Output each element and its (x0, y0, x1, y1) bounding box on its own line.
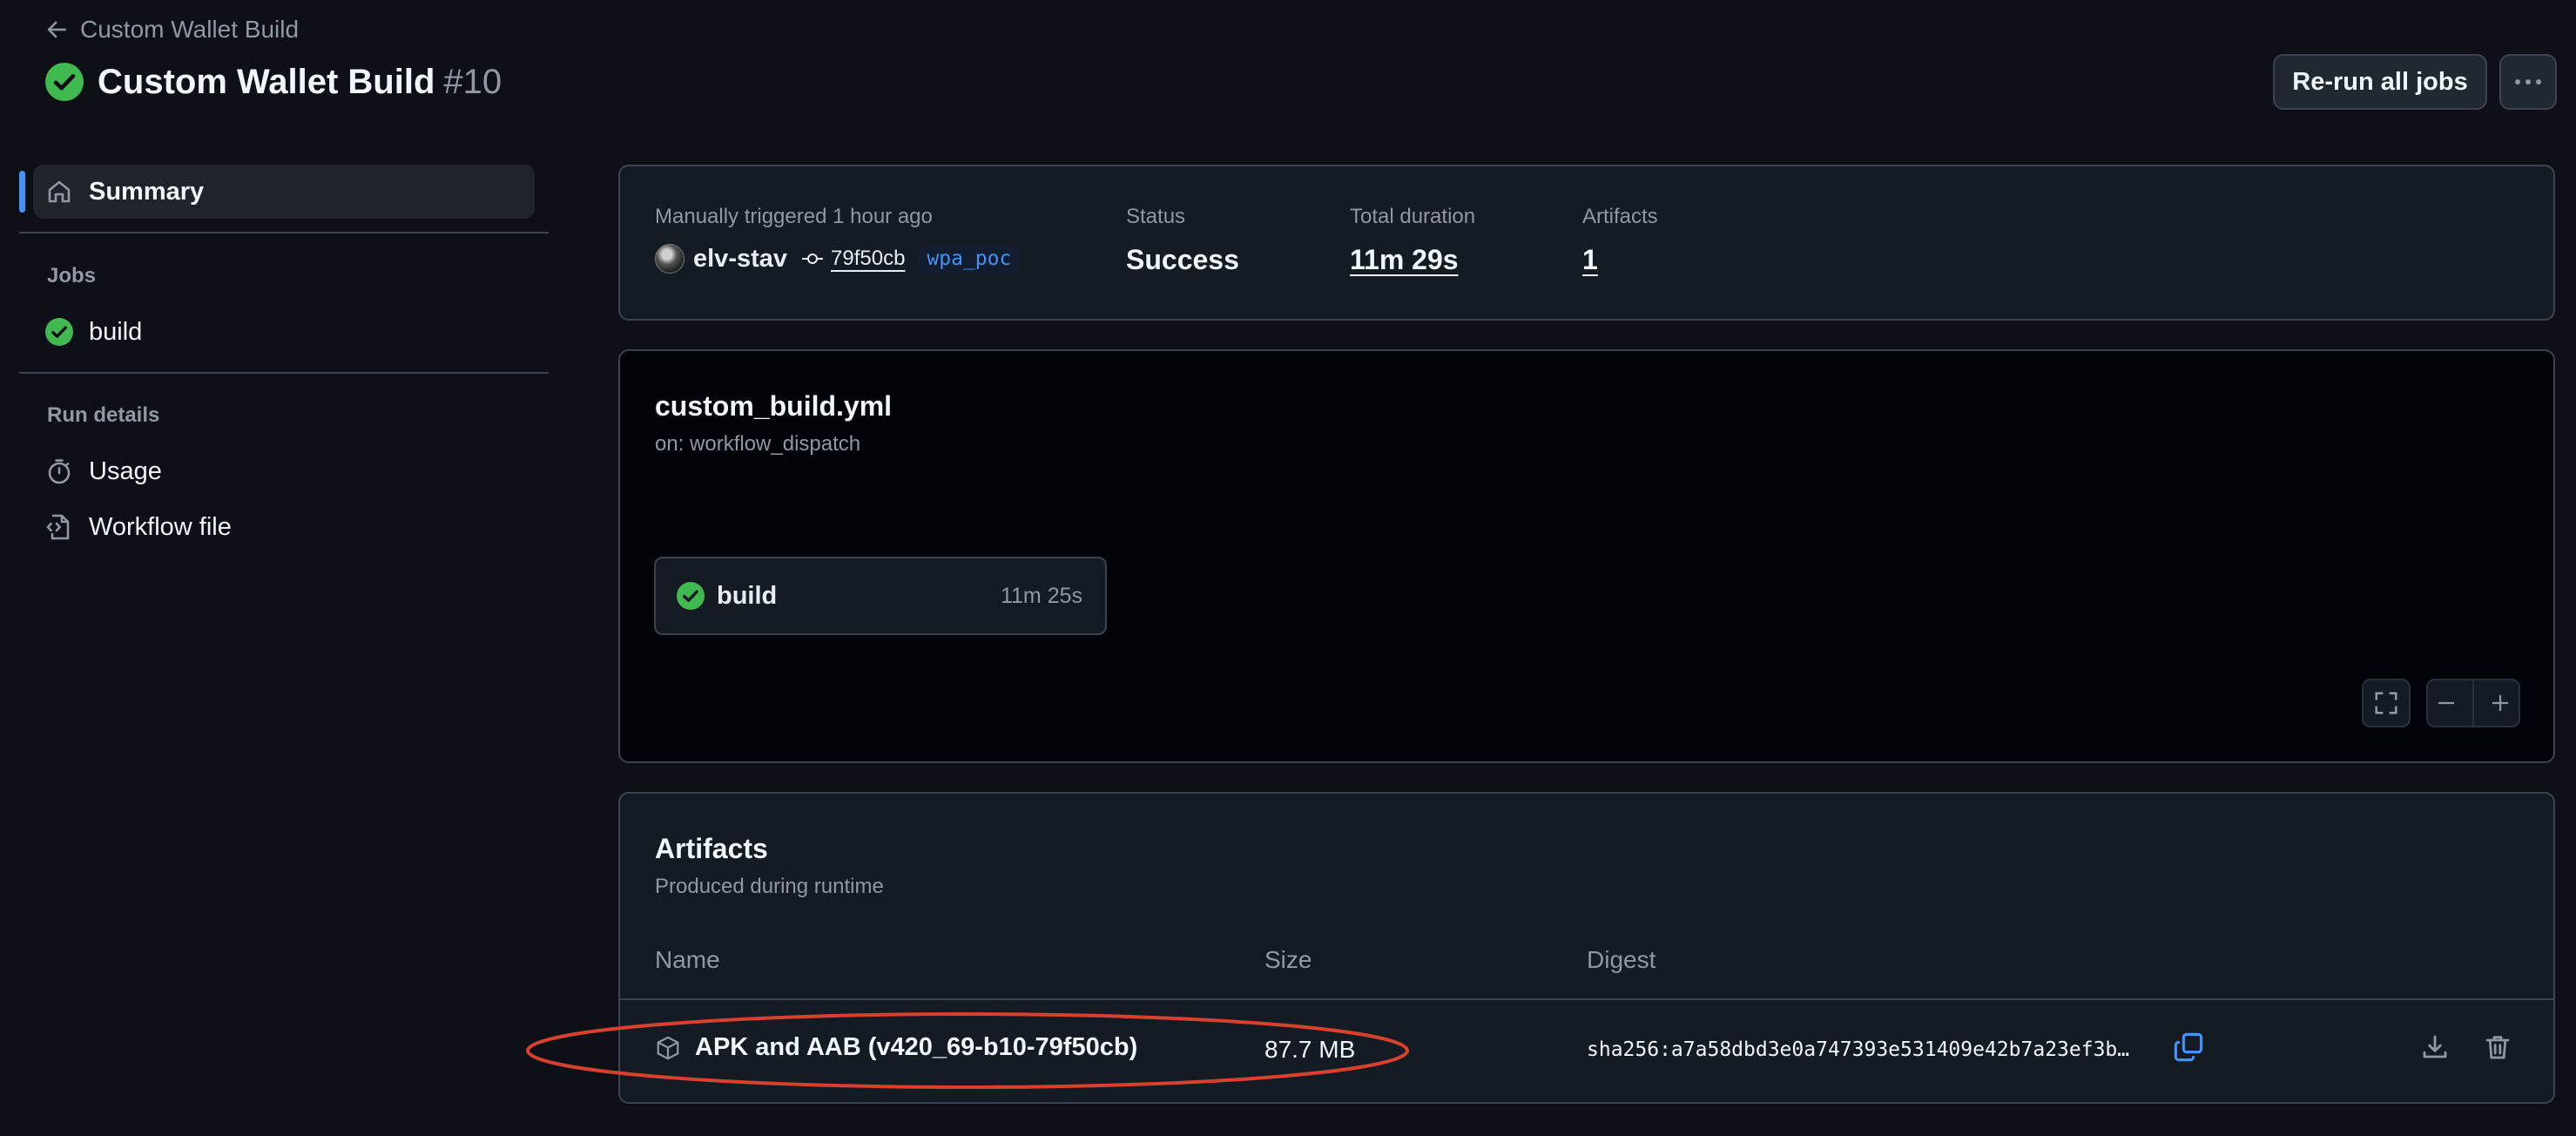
artifacts-count-link[interactable]: 1 (1582, 244, 1598, 276)
sidebar-item-label: Usage (89, 456, 162, 485)
active-indicator (19, 171, 25, 213)
status-value: Success (1126, 244, 1239, 275)
plus-icon (2489, 692, 2512, 714)
zoom-out-button[interactable] (2435, 692, 2458, 714)
avatar (655, 244, 684, 274)
actor-link[interactable]: elv-stav (655, 244, 787, 274)
screen-full-icon (2373, 690, 2399, 716)
run-number: #10 (443, 62, 502, 101)
sidebar-item-workflow-file[interactable]: Workflow file (33, 500, 535, 554)
status-label: Status (1126, 205, 1186, 228)
trigger-meta: elv-stav 79f50cb wpa_poc (655, 244, 1020, 274)
branch-badge[interactable]: wpa_poc (919, 245, 1020, 273)
file-code-icon (45, 513, 73, 541)
home-icon (45, 178, 73, 206)
stopwatch-icon (45, 457, 73, 485)
download-icon (2421, 1033, 2449, 1061)
run-summary-card (618, 165, 2555, 321)
column-header-name: Name (655, 946, 720, 973)
back-link-label: Custom Wallet Build (80, 16, 300, 43)
success-check-icon (677, 582, 705, 610)
commit-link[interactable]: 79f50cb (801, 247, 905, 271)
duration-label: Total duration (1350, 205, 1476, 228)
trash-icon (2484, 1033, 2512, 1061)
job-name: build (717, 581, 778, 610)
copy-digest-button[interactable] (2173, 1031, 2204, 1063)
git-commit-icon (801, 250, 824, 267)
commit-sha: 79f50cb (831, 247, 906, 270)
run-details-heading: Run details (47, 403, 160, 427)
delete-artifact-button[interactable] (2484, 1033, 2512, 1061)
artifacts-heading: Artifacts (655, 833, 768, 864)
artifacts-subheading: Produced during runtime (655, 875, 884, 898)
artifact-digest: sha256:a7a58dbd3e0a747393e531409e42b7a23… (1587, 1038, 2130, 1061)
actor-name: elv-stav (693, 244, 788, 273)
sidebar-item-usage[interactable]: Usage (33, 444, 535, 498)
copy-icon (2173, 1031, 2204, 1063)
kebab-horizontal-icon (2514, 78, 2542, 85)
divider (2471, 680, 2474, 727)
sidebar-item-label: build (89, 317, 143, 346)
divider (618, 998, 2555, 1000)
dash-icon (2435, 692, 2458, 714)
annotation-ellipse (526, 1012, 1409, 1089)
job-duration: 11m 25s (1000, 583, 1082, 608)
job-node-build[interactable]: build 11m 25s (654, 557, 1107, 635)
download-artifact-button[interactable] (2421, 1033, 2449, 1061)
divider (19, 232, 549, 233)
arrow-left-icon (45, 18, 68, 41)
zoom-controls (2426, 679, 2520, 727)
success-check-icon (45, 318, 73, 346)
more-options-button[interactable] (2499, 54, 2557, 110)
workflow-trigger: on: workflow_dispatch (655, 432, 861, 456)
column-header-digest: Digest (1587, 946, 1656, 973)
column-header-size: Size (1264, 946, 1312, 973)
success-check-icon (45, 63, 84, 101)
sidebar-item-label: Summary (89, 177, 205, 206)
sidebar-item-build[interactable]: build (33, 305, 535, 359)
trigger-text: Manually triggered 1 hour ago (655, 205, 933, 228)
fullscreen-button[interactable] (2362, 679, 2411, 727)
run-title: Custom Wallet Build (98, 62, 435, 101)
zoom-in-button[interactable] (2489, 692, 2512, 714)
duration-link[interactable]: 11m 29s (1350, 244, 1459, 276)
workflow-file-name: custom_build.yml (655, 390, 893, 422)
rerun-all-jobs-button[interactable]: Re-run all jobs (2273, 54, 2487, 110)
page-title: Custom Wallet Build #10 (45, 57, 502, 106)
artifacts-label: Artifacts (1582, 205, 1658, 228)
divider (19, 372, 549, 374)
sidebar-item-summary[interactable]: Summary (33, 165, 535, 219)
sidebar-item-label: Workflow file (89, 512, 232, 541)
back-link[interactable]: Custom Wallet Build (45, 12, 299, 47)
jobs-heading: Jobs (47, 264, 97, 287)
